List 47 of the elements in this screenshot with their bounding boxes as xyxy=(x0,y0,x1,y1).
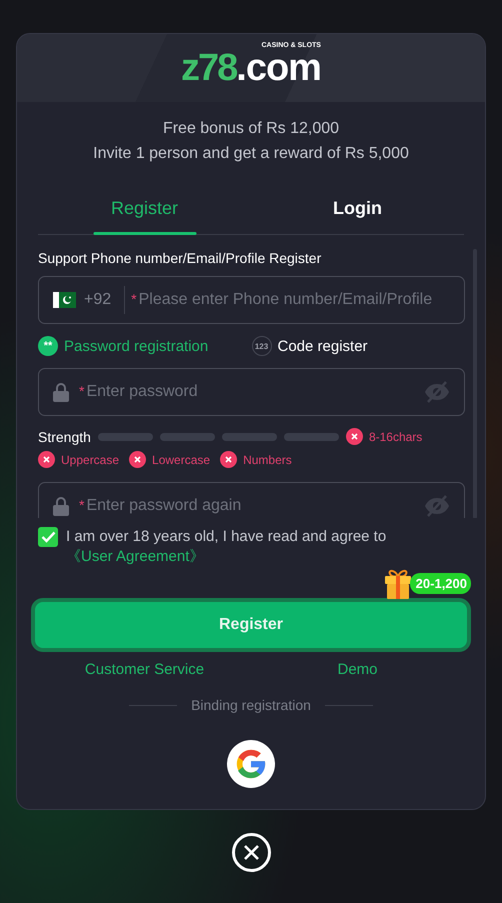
rule-label: 8-16chars xyxy=(368,430,422,444)
password-field[interactable]: *Enter password xyxy=(38,368,465,416)
check-icon xyxy=(40,531,56,543)
lock-icon xyxy=(53,382,69,402)
strength-label: Strength xyxy=(38,428,91,444)
footer-link[interactable]: Customer Service xyxy=(84,660,204,680)
required-mark: * xyxy=(79,497,84,513)
method-option[interactable]: 123 Code register xyxy=(252,336,465,356)
account-field[interactable]: +92 *Please enter Phone number/Email/Profile xyxy=(38,276,465,324)
tab[interactable]: Login xyxy=(251,183,464,234)
password-input[interactable]: Enter password xyxy=(84,383,424,401)
method-option[interactable]: ** Password registration xyxy=(38,336,252,356)
agree-checkbox[interactable] xyxy=(38,527,58,547)
tab[interactable]: Register xyxy=(38,183,251,234)
lock-icon xyxy=(53,496,69,516)
promo-text: Free bonus of Rs 12,000 xyxy=(162,119,340,139)
flag-icon xyxy=(53,292,76,308)
user-agreement-link[interactable]: 《User Agreement》 xyxy=(66,548,204,565)
rule-label: Lowercase xyxy=(152,452,210,466)
strength-segment xyxy=(284,432,339,440)
agreement-text: I am over 18 years old, I have read and agree to 《User Agreement》 xyxy=(66,527,388,567)
error-icon xyxy=(38,451,55,468)
logo-domain: .com xyxy=(236,51,321,85)
close-button[interactable] xyxy=(232,833,270,872)
rule-label: Numbers xyxy=(243,452,292,466)
account-input[interactable]: Please enter Phone number/Email/Profile xyxy=(136,291,450,309)
form-label: Support Phone number/Email/Profile Register xyxy=(38,249,322,268)
binding-label: Binding registration xyxy=(191,696,311,715)
error-icon xyxy=(346,428,363,445)
password-input[interactable]: Enter password again xyxy=(84,497,424,515)
footer-link[interactable]: Demo xyxy=(337,660,378,680)
google-button[interactable] xyxy=(227,740,275,788)
error-icon xyxy=(129,451,146,468)
promo-text: Invite 1 person and get a reward of Rs 5,000 xyxy=(93,144,409,164)
required-mark: * xyxy=(131,291,137,307)
logo-brand: z78 xyxy=(181,51,236,85)
strength-segment xyxy=(160,432,215,440)
strength-segment xyxy=(222,432,277,440)
google-icon xyxy=(234,747,268,781)
password-field[interactable]: *Enter password again xyxy=(38,482,465,518)
close-icon xyxy=(242,844,260,861)
strength-segment xyxy=(98,432,153,440)
error-icon xyxy=(220,451,238,468)
reward-badge: 20-1,200 xyxy=(410,573,471,594)
required-mark: * xyxy=(79,383,84,399)
rule-label: Uppercase xyxy=(61,452,120,466)
country-code[interactable]: +92 xyxy=(84,291,112,309)
